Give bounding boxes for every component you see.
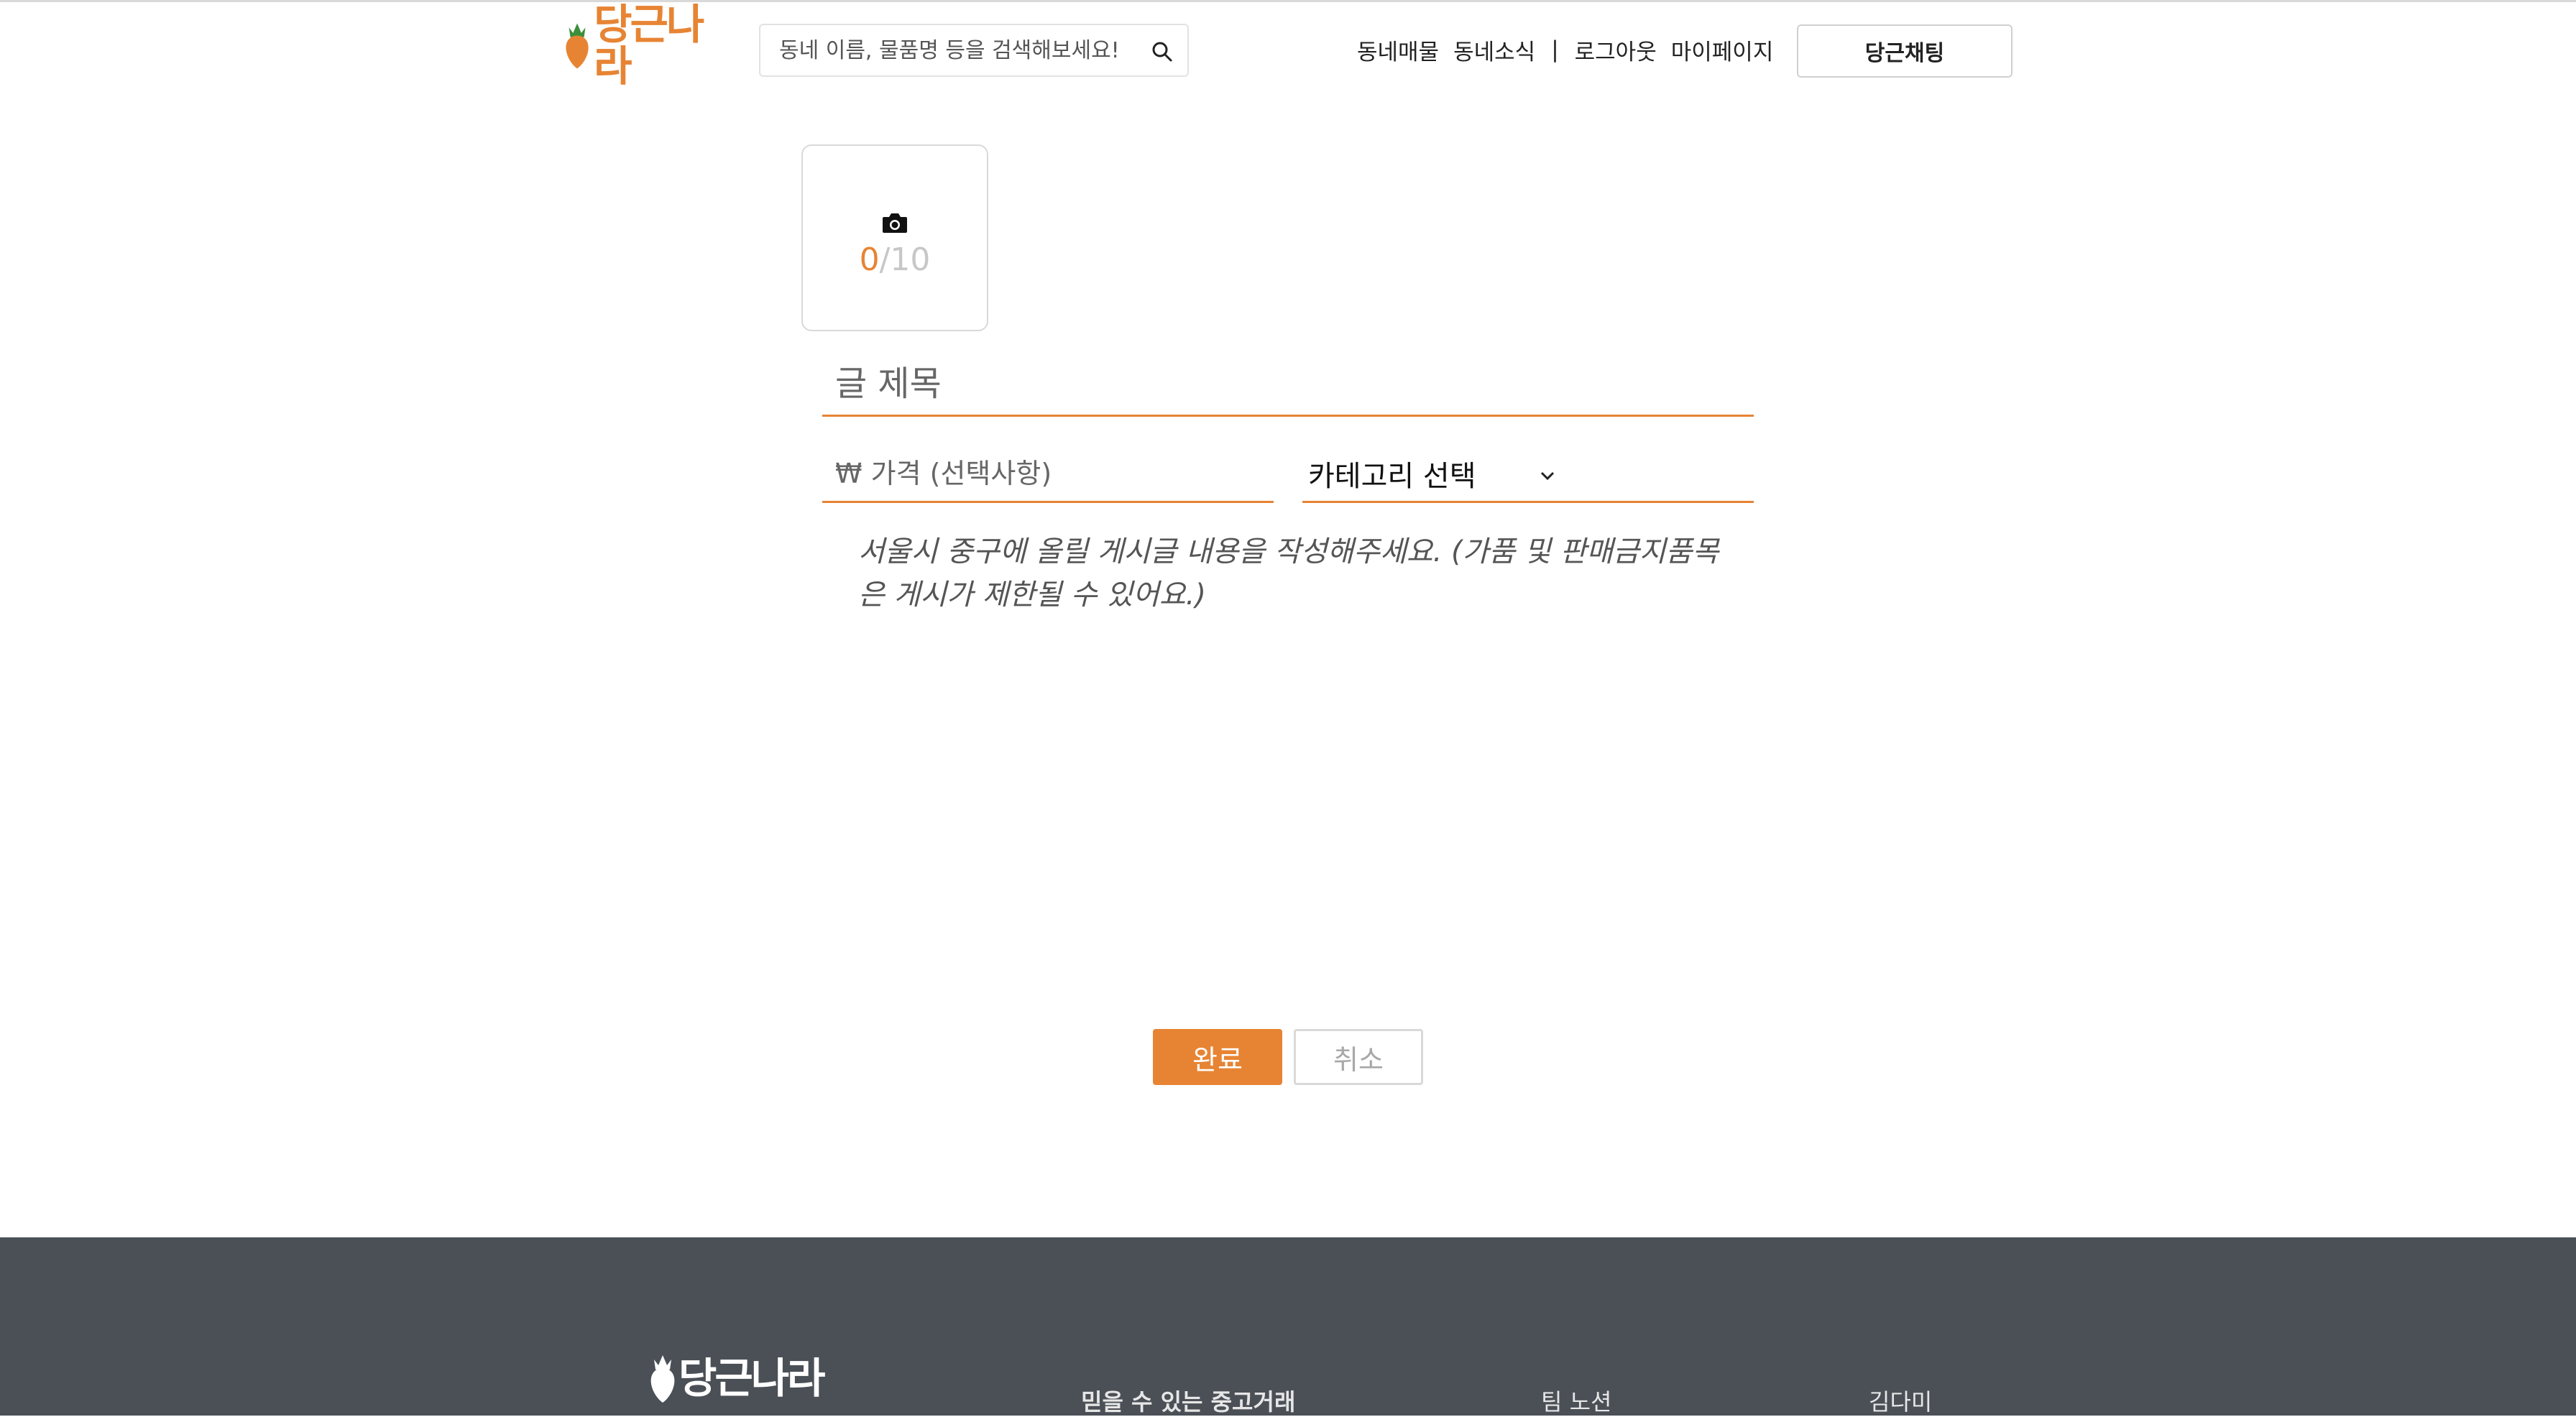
header-logo[interactable]: 당근나라 <box>564 4 732 87</box>
footer-logo[interactable]: 당근나라 <box>648 1352 825 1404</box>
camera-icon <box>883 213 907 233</box>
photo-count: 0/10 <box>860 244 931 276</box>
chevron-down-icon <box>1540 471 1554 480</box>
category-select[interactable]: 카테고리 선택 <box>1302 453 1555 494</box>
search-input[interactable] <box>778 37 1140 64</box>
price-input[interactable] <box>822 457 1274 489</box>
photo-count-max: /10 <box>879 241 931 278</box>
footer-team-link[interactable]: 팀 노션 <box>1541 1384 1612 1417</box>
search-bar <box>759 24 1189 77</box>
nav-neighborhood-news[interactable]: 동네소식 <box>1453 34 1535 66</box>
title-input[interactable] <box>822 363 1754 404</box>
logo-text: 당근나라 <box>594 0 704 91</box>
footer-slogan: 믿을 수 있는 중고거래 <box>1081 1388 1296 1416</box>
nav-logout[interactable]: 로그아웃 <box>1575 34 1657 66</box>
carrot-icon <box>566 23 589 69</box>
content-textarea[interactable] <box>858 530 1742 947</box>
nav-neighborhood-items[interactable]: 동네매물 <box>1357 34 1439 66</box>
search-icon[interactable] <box>1150 40 1174 64</box>
price-field <box>822 446 1274 503</box>
photo-upload-box[interactable]: 0/10 <box>801 144 988 331</box>
cancel-button[interactable]: 취소 <box>1294 1029 1423 1085</box>
category-field: 카테고리 선택 <box>1302 446 1754 503</box>
top-border <box>0 0 2576 2</box>
nav-separator: | <box>1551 37 1559 63</box>
done-button[interactable]: 완료 <box>1153 1029 1282 1085</box>
title-field <box>822 352 1754 417</box>
category-select-label: 카테고리 선택 <box>1308 459 1476 493</box>
footer-member-name: 김다미 <box>1869 1388 1933 1416</box>
nav-mypage[interactable]: 마이페이지 <box>1671 34 1774 66</box>
footer-logo-text: 당근나라 <box>678 1354 825 1403</box>
photo-count-current: 0 <box>859 241 880 278</box>
carrot-icon <box>650 1355 675 1403</box>
main-nav: 동네매물 동네소식 | 로그아웃 마이페이지 <box>1357 32 1773 68</box>
carrot-chat-button[interactable]: 당근채팅 <box>1797 24 2012 78</box>
